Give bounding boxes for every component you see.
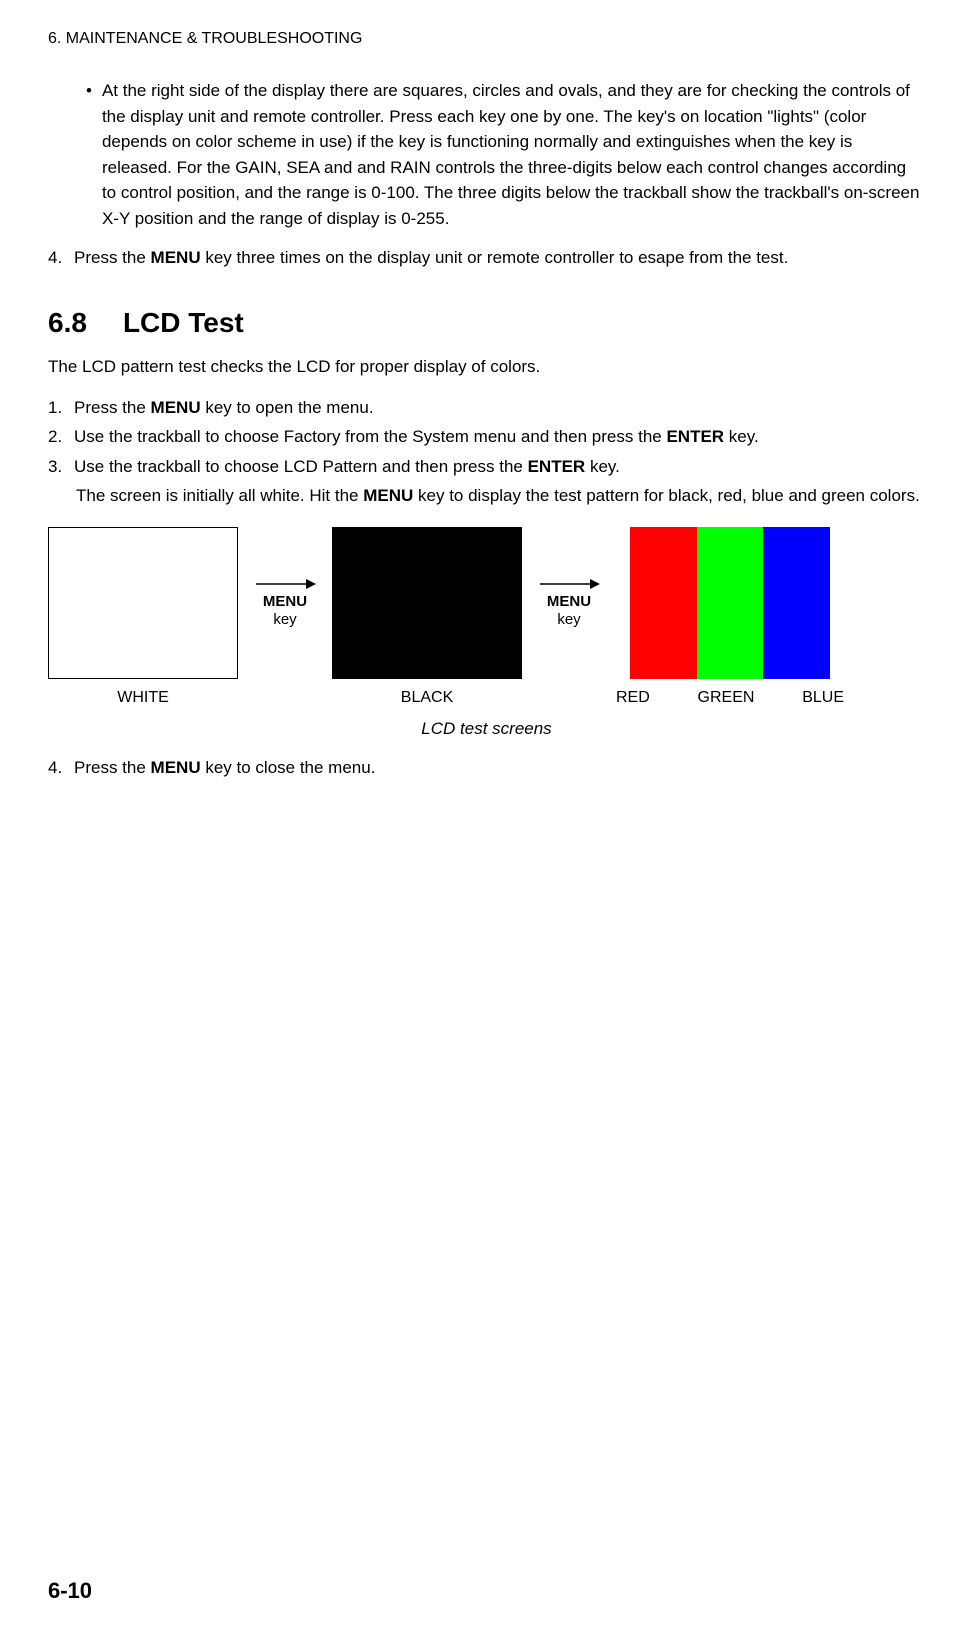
text-pre: The screen is initially all white. Hit t… [76, 486, 363, 505]
red-bar [630, 527, 697, 679]
step-note: The screen is initially all white. Hit t… [48, 483, 925, 509]
arrow-label-bold: MENU [263, 593, 307, 610]
step-text: Use the trackball to choose Factory from… [74, 424, 759, 450]
step-4: 4. Press the MENU key to close the menu. [48, 755, 925, 781]
text-post: key. [585, 457, 620, 476]
white-screen-col: WHITE [48, 527, 238, 707]
page-number: 6-10 [48, 1578, 92, 1604]
step-2: 2. Use the trackball to choose Factory f… [48, 424, 925, 450]
section-intro: The LCD pattern test checks the LCD for … [48, 357, 925, 377]
black-screen-box [332, 527, 522, 679]
green-label: GREEN [698, 689, 755, 707]
section-heading: 6.8 LCD Test [48, 307, 925, 339]
step-1: 1. Press the MENU key to open the menu. [48, 395, 925, 421]
text-post: key three times on the display unit or r… [201, 248, 789, 267]
text-bold: MENU [151, 248, 201, 267]
text-bold: ENTER [666, 427, 724, 446]
section-number: 6.8 [48, 307, 87, 339]
black-label: BLACK [401, 689, 453, 707]
step-text: Press the MENU key to close the menu. [74, 755, 375, 781]
text-bold: MENU [151, 398, 201, 417]
text-post: key to open the menu. [201, 398, 374, 417]
section-title: LCD Test [123, 307, 244, 339]
bullet-item: • At the right side of the display there… [86, 78, 925, 231]
rgb-screen-box [630, 527, 830, 679]
step-3: 3. Use the trackball to choose LCD Patte… [48, 454, 925, 480]
bullet-text: At the right side of the display there a… [102, 78, 925, 231]
text-post: key. [724, 427, 759, 446]
step-number: 1. [48, 395, 66, 421]
step-number: 3. [48, 454, 66, 480]
arrow-1-label: MENU key [263, 593, 307, 629]
white-screen-box [48, 527, 238, 679]
text-pre: Use the trackball to choose Factory from… [74, 427, 666, 446]
black-screen-col: BLACK [332, 527, 522, 707]
text-post: key to display the test pattern for blac… [413, 486, 920, 505]
step-number: 2. [48, 424, 66, 450]
red-label: RED [616, 689, 650, 707]
text-post: key to close the menu. [201, 758, 376, 777]
diagram-caption: LCD test screens [48, 719, 925, 739]
text-pre: Press the [74, 248, 151, 267]
green-bar [697, 527, 764, 679]
blue-bar [763, 527, 830, 679]
step-text: Use the trackball to choose LCD Pattern … [74, 454, 620, 480]
step-number: 4. [48, 755, 66, 781]
arrow-right-icon [254, 577, 316, 591]
step-text: Press the MENU key three times on the di… [74, 245, 788, 271]
text-bold: MENU [363, 486, 413, 505]
text-pre: Use the trackball to choose LCD Pattern … [74, 457, 528, 476]
white-label: WHITE [117, 689, 169, 707]
blue-label: BLUE [802, 689, 844, 707]
rgb-screen-col: RED GREEN BLUE [616, 527, 844, 707]
arrow-1-col: MENU key [238, 527, 332, 679]
step-text: Press the MENU key to open the menu. [74, 395, 374, 421]
text-bold: ENTER [528, 457, 586, 476]
arrow-label-bold: MENU [547, 593, 591, 610]
step-4a: 4. Press the MENU key three times on the… [48, 245, 925, 271]
arrow-right-icon [538, 577, 600, 591]
arrow-2-label: MENU key [547, 593, 591, 629]
arrow-label-sub: key [557, 611, 580, 628]
lcd-test-diagram: WHITE MENU key BLACK MENU key [48, 527, 925, 707]
rgb-labels: RED GREEN BLUE [616, 689, 844, 707]
page-header: 6. MAINTENANCE & TROUBLESHOOTING [48, 30, 925, 48]
text-pre: Press the [74, 758, 151, 777]
bullet-dot-icon: • [86, 78, 92, 104]
arrow-2-col: MENU key [522, 527, 616, 679]
text-bold: MENU [151, 758, 201, 777]
arrow-label-sub: key [273, 611, 296, 628]
text-pre: Press the [74, 398, 151, 417]
step-number: 4. [48, 245, 66, 271]
